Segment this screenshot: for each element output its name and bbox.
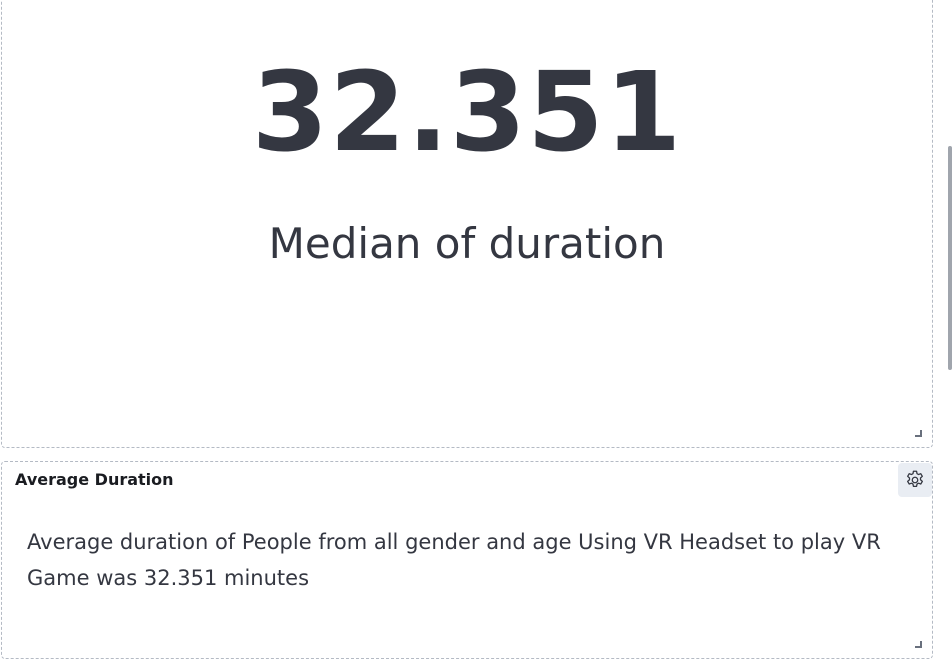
gear-icon [907, 470, 923, 488]
scrollbar[interactable] [948, 146, 952, 370]
metric-label: Median of duration [268, 219, 666, 268]
panel-title: Average Duration [15, 470, 174, 489]
metric-panel[interactable]: 32.351 Median of duration [1, 0, 933, 448]
panel-body-text: Average duration of People from all gend… [27, 530, 881, 590]
resize-handle-icon[interactable] [915, 641, 922, 648]
text-panel[interactable]: Average Duration Average duration of Peo… [1, 461, 933, 659]
panel-settings-button[interactable] [898, 463, 932, 497]
metric-value: 32.351 [251, 48, 683, 176]
dashboard-canvas: 32.351 Median of duration Average Durati… [0, 0, 952, 663]
resize-handle-icon[interactable] [915, 430, 922, 437]
